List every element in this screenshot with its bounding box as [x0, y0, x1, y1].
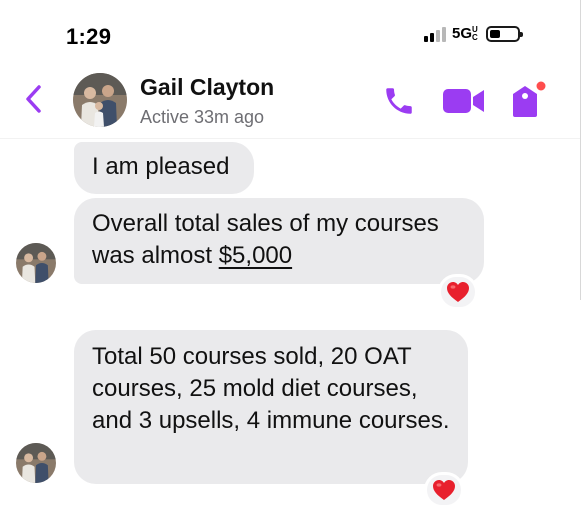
battery-icon — [486, 26, 524, 42]
contact-avatar[interactable] — [73, 73, 127, 127]
phone-icon — [386, 88, 412, 114]
back-chevron-icon — [26, 85, 41, 113]
message-bubble[interactable]: I am pleased — [74, 142, 254, 194]
money-link[interactable]: $5,000 — [219, 242, 292, 269]
audio-call-button[interactable] — [382, 84, 416, 118]
heart-reaction[interactable] — [438, 274, 478, 310]
message-text: I am pleased — [92, 153, 230, 180]
message-bubble[interactable]: Total 50 courses sold, 20 OAT courses, 2… — [74, 330, 468, 484]
contact-active-status: Active 33m ago — [140, 107, 265, 127]
video-call-button[interactable] — [443, 88, 485, 114]
sender-avatar[interactable] — [16, 243, 56, 283]
heart-icon — [447, 282, 469, 302]
status-indicators: 5GUC — [424, 26, 524, 42]
status-time: 1:29 — [66, 24, 112, 49]
tag-icon — [513, 79, 548, 117]
header-divider — [0, 138, 581, 139]
contact-name[interactable]: Gail Clayton — [140, 74, 274, 101]
sender-avatar[interactable] — [16, 443, 56, 483]
message-text: Total 50 courses sold, 20 OAT courses, 2… — [92, 343, 450, 434]
video-camera-icon — [443, 89, 484, 113]
network-suffix: UC — [472, 25, 478, 42]
heart-icon — [433, 480, 455, 500]
back-button[interactable] — [20, 82, 50, 116]
notification-dot-icon — [534, 79, 548, 93]
network-label: 5GUC — [452, 26, 480, 42]
cell-signal-icon — [424, 26, 446, 42]
tag-button[interactable] — [508, 78, 548, 118]
chat-screen: 1:29 5GUC Gail Clayton Active 33m ago I … — [0, 0, 581, 530]
message-bubble[interactable]: Overall total sales of my courses was al… — [74, 198, 484, 284]
heart-reaction[interactable] — [424, 472, 464, 508]
